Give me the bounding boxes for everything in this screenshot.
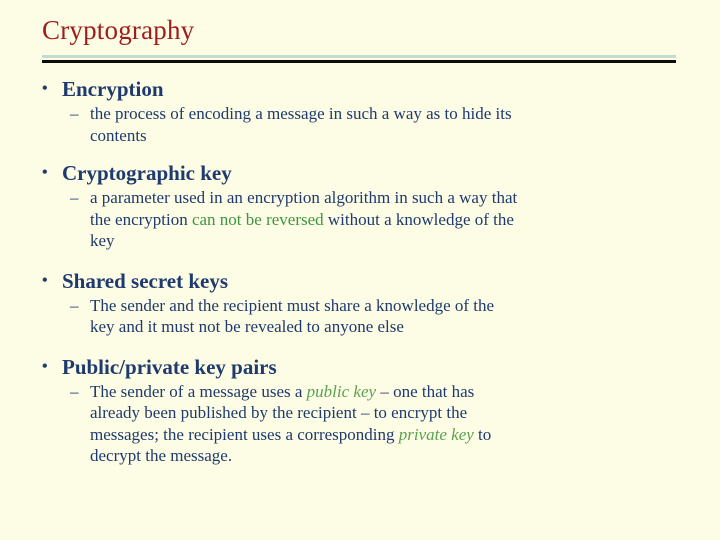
divider-line-bottom — [42, 60, 676, 63]
sub-bullet-line: already been published by the recipient … — [90, 403, 468, 422]
bullet-heading-public-private-key-pairs: • Public/private key pairs — [0, 354, 720, 380]
bullet-dot-icon: • — [42, 271, 48, 289]
bullet-heading-cryptographic-key: • Cryptographic key — [0, 160, 720, 186]
bullet-group-encryption: • Encryption – the process of encoding a… — [0, 76, 720, 146]
title-block: Cryptography — [42, 14, 676, 46]
bullet-heading-label: Cryptographic key — [62, 161, 232, 185]
bullet-group-shared-secret-keys: • Shared secret keys – The sender and th… — [0, 268, 720, 338]
line-text-before: the encryption — [90, 209, 192, 229]
sub-bullet-line: decrypt the message. — [90, 446, 233, 465]
sub-bullet-shared-secret-keys: – The sender and the recipient must shar… — [0, 295, 720, 338]
bullet-heading-encryption: • Encryption — [0, 76, 720, 102]
bullet-dot-icon: • — [42, 357, 48, 375]
title-divider — [42, 55, 676, 63]
bullet-heading-label: Encryption — [62, 77, 164, 101]
line-text-after: without a knowledge of the — [323, 209, 514, 229]
dash-marker-icon: – — [70, 188, 79, 207]
sub-bullet-line: contents — [90, 125, 147, 145]
dash-marker-icon: – — [70, 381, 79, 401]
bullet-dot-icon: • — [42, 164, 48, 181]
bullet-heading-label: Public/private key pairs — [62, 354, 277, 379]
bullet-dot-icon: • — [42, 80, 48, 97]
sub-bullet-line: key and it must not be revealed to anyon… — [90, 317, 404, 336]
slide-body: • Encryption – the process of encoding a… — [0, 74, 720, 467]
bullet-heading-shared-secret-keys: • Shared secret keys — [0, 268, 720, 294]
dash-marker-icon: – — [70, 295, 79, 315]
sub-bullet-public-private-key-pairs: – The sender of a message uses a public … — [0, 381, 720, 467]
page-title: Cryptography — [42, 15, 195, 45]
line-text-before: The sender of a message uses a — [90, 381, 307, 401]
sub-bullet-line: The sender and the recipient must share … — [90, 295, 495, 315]
line-text-after: to — [473, 424, 492, 444]
slide-canvas: Cryptography • Encryption – the process … — [0, 0, 720, 540]
highlighted-phrase: can not be reversed — [191, 209, 324, 229]
sub-bullet-line: key — [90, 231, 115, 250]
dash-marker-icon: – — [70, 104, 79, 123]
emphasized-phrase-private-key: private key — [398, 424, 474, 444]
sub-bullet-line: a parameter used in an encryption algori… — [90, 188, 518, 207]
line-text-before: messages; the recipient uses a correspon… — [90, 424, 399, 444]
line-text-after: – one that has — [376, 381, 475, 401]
emphasized-phrase-public-key: public key — [306, 381, 377, 401]
bullet-heading-label: Shared secret keys — [62, 268, 229, 293]
sub-bullet-encryption: – the process of encoding a message in s… — [0, 103, 720, 146]
sub-bullet-line: the process of encoding a message in suc… — [90, 104, 512, 123]
sub-bullet-cryptographic-key: – a parameter used in an encryption algo… — [0, 187, 720, 252]
bullet-group-cryptographic-key: • Cryptographic key – a parameter used i… — [0, 160, 720, 252]
sub-bullet-line-highlighted: the encryption can not be reversed witho… — [90, 209, 690, 231]
sub-bullet-line-emphasized: The sender of a message uses a public ke… — [90, 381, 690, 403]
bullet-group-public-private-key-pairs: • Public/private key pairs – The sender … — [0, 354, 720, 467]
sub-bullet-line-emphasized: messages; the recipient uses a correspon… — [90, 424, 690, 446]
